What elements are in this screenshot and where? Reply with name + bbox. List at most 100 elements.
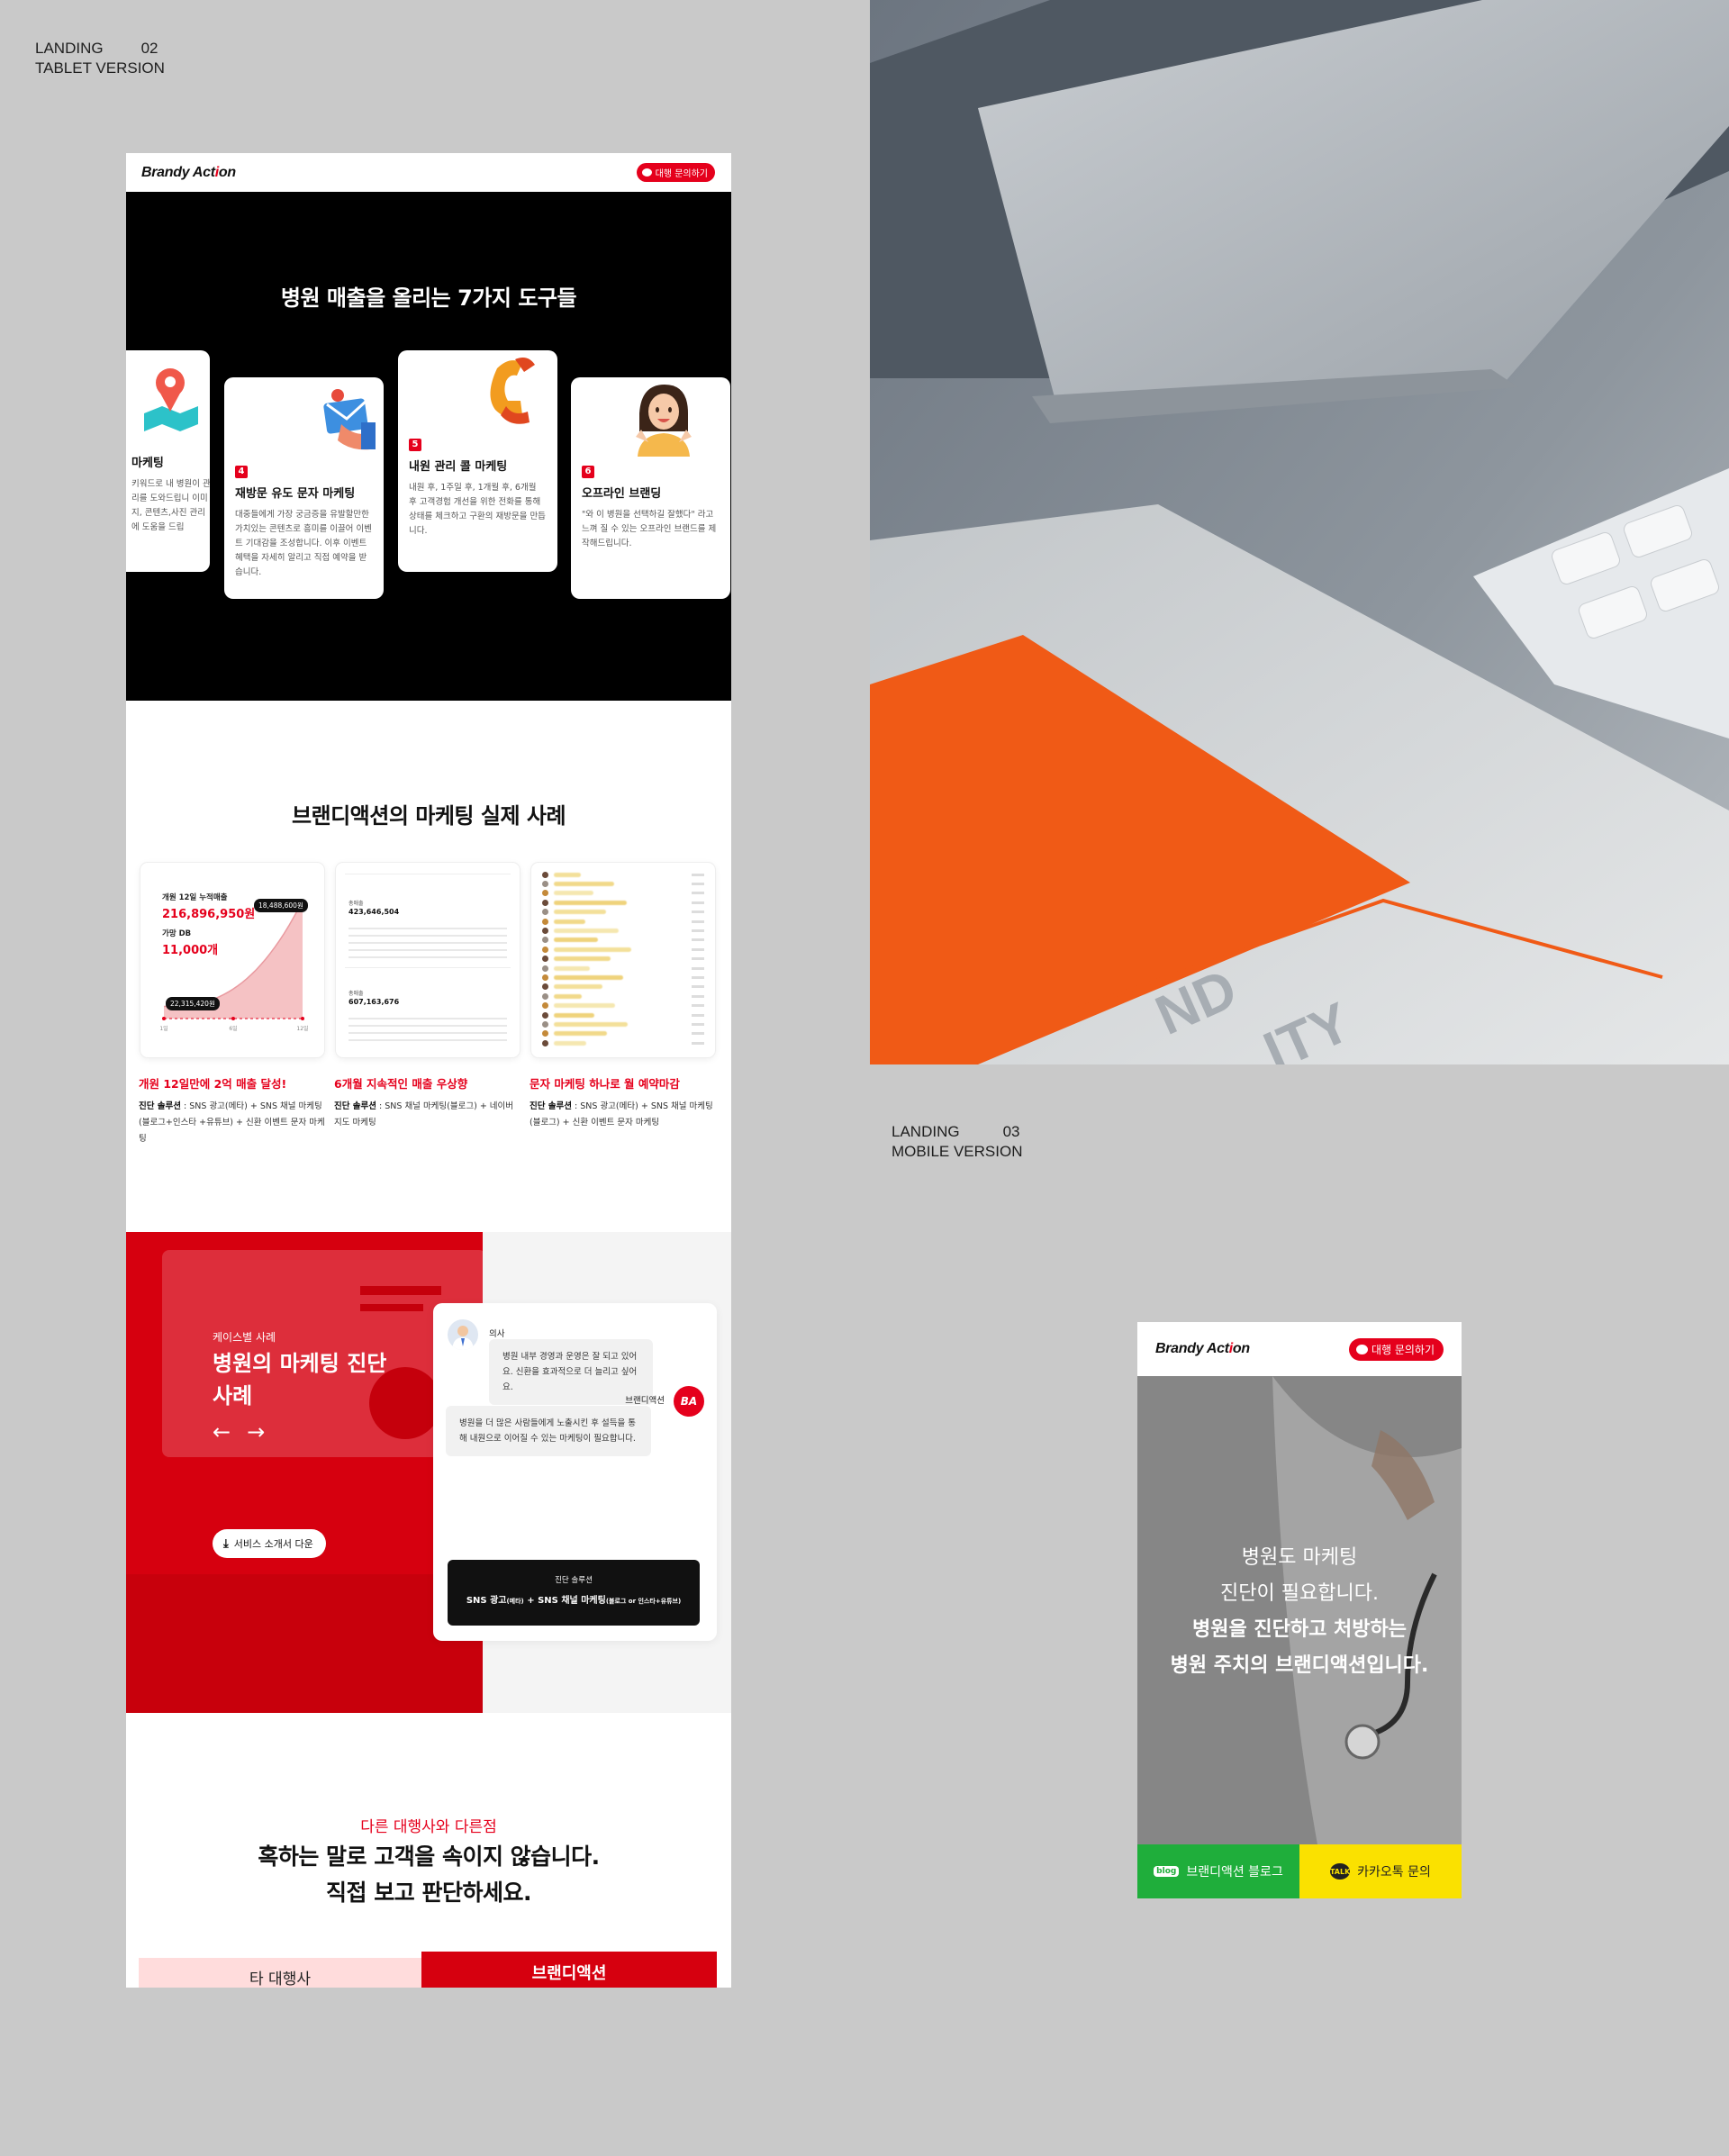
chat-row xyxy=(542,964,704,973)
case-studies-heading: 브랜디액션의 마케팅 실제 사례 xyxy=(291,803,566,829)
chat-row xyxy=(542,898,704,907)
mobile-bottom-bar: blog 브랜디액션 블로그 TALK 카카오톡 문의 xyxy=(1137,1844,1462,1898)
chat-row-time xyxy=(692,929,704,933)
label-line2: TABLET VERSION xyxy=(35,59,165,77)
compare-section: 다른 대행사와 다른점 혹하는 말로 고객을 속이지 않습니다. 직접 보고 판… xyxy=(126,1713,731,1988)
chat-row-message xyxy=(554,956,611,962)
chat-row xyxy=(542,936,704,945)
chat-row-message xyxy=(554,965,590,971)
chat-row-avatar xyxy=(542,956,548,963)
chat-row-time xyxy=(692,1013,704,1017)
chat-row-avatar xyxy=(542,983,548,991)
desk-photo-illustration: ND ITY xyxy=(870,0,1729,1064)
tool-card-4[interactable]: 4 재방문 유도 문자 마케팅 대중들에게 가장 궁금증을 유발할만한 가치있는… xyxy=(224,377,384,599)
dashboard-label: 총매출 xyxy=(349,991,364,997)
diagnosis-title: 병원의 마케팅 진단 사례 xyxy=(213,1351,387,1409)
chat-row-avatar xyxy=(542,890,548,897)
chat-row-message xyxy=(554,919,585,924)
chat-row-time xyxy=(692,873,704,876)
x-tick-dot xyxy=(162,1017,166,1020)
tablet-version-label: LANDING 02 TABLET VERSION xyxy=(35,39,165,78)
kakaotalk-button[interactable]: TALK 카카오톡 문의 xyxy=(1299,1844,1462,1898)
case-title: 6개월 지속적인 매출 우상향 xyxy=(334,1077,468,1091)
x-tick-label: 6일 xyxy=(229,1025,237,1032)
chat-row-time xyxy=(692,957,704,961)
chat-row-message xyxy=(554,1031,607,1037)
chat-row-message xyxy=(554,1021,628,1027)
chat-row xyxy=(542,926,704,935)
dashboard-value: 607,163,676 xyxy=(349,998,400,1006)
chat-row xyxy=(542,870,704,879)
chart-tag-high: 18,488,600원 xyxy=(254,899,308,912)
chat-row-avatar xyxy=(542,928,548,935)
chat-icon xyxy=(641,168,652,177)
compare-tab-brandyaction[interactable]: 브랜디액션 xyxy=(421,1952,717,1988)
arrow-right-icon[interactable]: → xyxy=(247,1419,281,1445)
tool-number-badge: 5 xyxy=(409,439,421,451)
tool-card-3[interactable]: 마케팅 키워드로 내 병원이 관리를 도와드립니 이미지, 콘텐츠,사진 관리에… xyxy=(126,350,210,572)
label-line2: MOBILE VERSION xyxy=(892,1143,1023,1160)
case-card-chat-list[interactable] xyxy=(531,863,715,1057)
download-icon: ⤓ xyxy=(223,1536,229,1551)
chat-row-avatar xyxy=(542,965,548,972)
chat-row-time xyxy=(692,966,704,970)
hero-line4: 병원 주치의 브랜디액션입니다. xyxy=(1170,1654,1429,1677)
inquiry-button[interactable]: 대행 문의하기 xyxy=(1348,1337,1444,1361)
diagnosis-red-panel: 케이스별 사례 병원의 마케팅 진단 사례 ←→ ⤓ 서비스 소개서 다운 xyxy=(126,1232,483,1713)
tool-number-badge: 4 xyxy=(235,466,248,478)
case-card-sales-dashboard[interactable]: 총매출 423,646,504 총매출 607,163,676 xyxy=(336,863,520,1057)
chat-row-message xyxy=(554,938,598,943)
map-pin-icon xyxy=(126,350,199,433)
label-number: 03 xyxy=(1002,1123,1020,1140)
chat-row-time xyxy=(692,910,704,914)
chat-row-time xyxy=(692,985,704,989)
tool-card-6[interactable]: 6 오프라인 브랜딩 "와 이 병원을 선택하길 잘했다" 라고 느껴 질 수 … xyxy=(571,377,730,599)
chat-row-avatar xyxy=(542,1039,548,1046)
revenue-area-chart: 1일 6일 12일 xyxy=(159,900,309,1032)
arrow-left-icon[interactable]: ← xyxy=(213,1419,247,1445)
chat-row-avatar xyxy=(542,1002,548,1010)
chat-row-message xyxy=(554,1012,594,1018)
chat-row-time xyxy=(692,947,704,951)
brand-logo[interactable]: Brandy Action xyxy=(1155,1341,1250,1357)
x-tick-dot xyxy=(231,1017,235,1020)
dashboard-rows xyxy=(349,1012,507,1046)
chat-row-message xyxy=(554,891,593,896)
tool-card-desc: 내원 후, 1주일 후, 1개월 후, 6개월 후 고객경험 개선을 위한 전화… xyxy=(409,483,546,536)
kakaotalk-icon: TALK xyxy=(1330,1863,1350,1880)
case-card-revenue-chart[interactable]: 개원 12일 누적매출 216,896,950원 가망 DB 11,000개 1… xyxy=(140,863,324,1057)
tool-card-5[interactable]: 5 내원 관리 콜 마케팅 내원 후, 1주일 후, 1개월 후, 6개월 후 … xyxy=(398,350,557,572)
chat-row-time xyxy=(692,1032,704,1036)
brand-logo[interactable]: Brandy Action xyxy=(141,165,236,181)
mobile-header: Brandy Action 대행 문의하기 xyxy=(1137,1322,1462,1376)
mobile-landing-page: Brandy Action 대행 문의하기 병원도 마케팅 진단이 필요합니다.… xyxy=(1137,1322,1462,1898)
chat-row-message xyxy=(554,872,581,877)
chart-tag-low: 22,315,420원 xyxy=(166,997,220,1010)
chat-row xyxy=(542,889,704,898)
inquiry-button-label: 대행 문의하기 xyxy=(1371,1343,1435,1356)
tools-heading: 병원 매출을 올리는 7가지 도구들 xyxy=(280,285,577,311)
site-header: Brandy Action 대행 문의하기 xyxy=(126,153,731,192)
compare-heading-line1: 혹하는 말로 고객을 속이지 않습니다. xyxy=(258,1843,600,1870)
blog-button[interactable]: blog 브랜디액션 블로그 xyxy=(1137,1844,1299,1898)
tool-card-desc: 대중들에게 가장 궁금증을 유발할만한 가치있는 콘텐츠로 흥미를 이끌어 이벤… xyxy=(235,510,372,577)
chat-row xyxy=(542,983,704,992)
compare-tab-other-agency[interactable]: 타 대행사 xyxy=(139,1958,421,1988)
mobile-version-label: LANDING 03 MOBILE VERSION xyxy=(892,1122,1022,1162)
chat-row-avatar xyxy=(542,1030,548,1037)
tools-section: 병원 매출을 올리는 7가지 도구들 마케팅 키워드로 내 병원이 관리를 도와… xyxy=(126,192,731,701)
chat-row xyxy=(542,1019,704,1028)
inquiry-button[interactable]: 대행 문의하기 xyxy=(636,163,715,182)
hero-line3: 병원을 진단하고 처방하는 xyxy=(1192,1618,1407,1641)
chat-row-time xyxy=(692,1041,704,1045)
diagnosis-solution-box: 진단 솔루션 SNS 광고(메타) + SNS 채널 마케팅(블로그 or 인스… xyxy=(448,1560,700,1626)
tool-card-title: 재방문 유도 문자 마케팅 xyxy=(235,487,356,501)
chat-row-time xyxy=(692,883,704,886)
tool-number-badge: 6 xyxy=(582,466,594,478)
chat-row-time xyxy=(692,919,704,923)
tool-card-desc: 키워드로 내 병원이 관리를 도와드립니 이미지, 콘텐츠,사진 관리에 도움을… xyxy=(131,479,210,532)
chat-row-message xyxy=(554,882,614,887)
chat-row-message xyxy=(554,1040,586,1046)
tool-card-title: 내원 관리 콜 마케팅 xyxy=(409,460,508,474)
download-brochure-button[interactable]: ⤓ 서비스 소개서 다운 xyxy=(213,1529,326,1558)
